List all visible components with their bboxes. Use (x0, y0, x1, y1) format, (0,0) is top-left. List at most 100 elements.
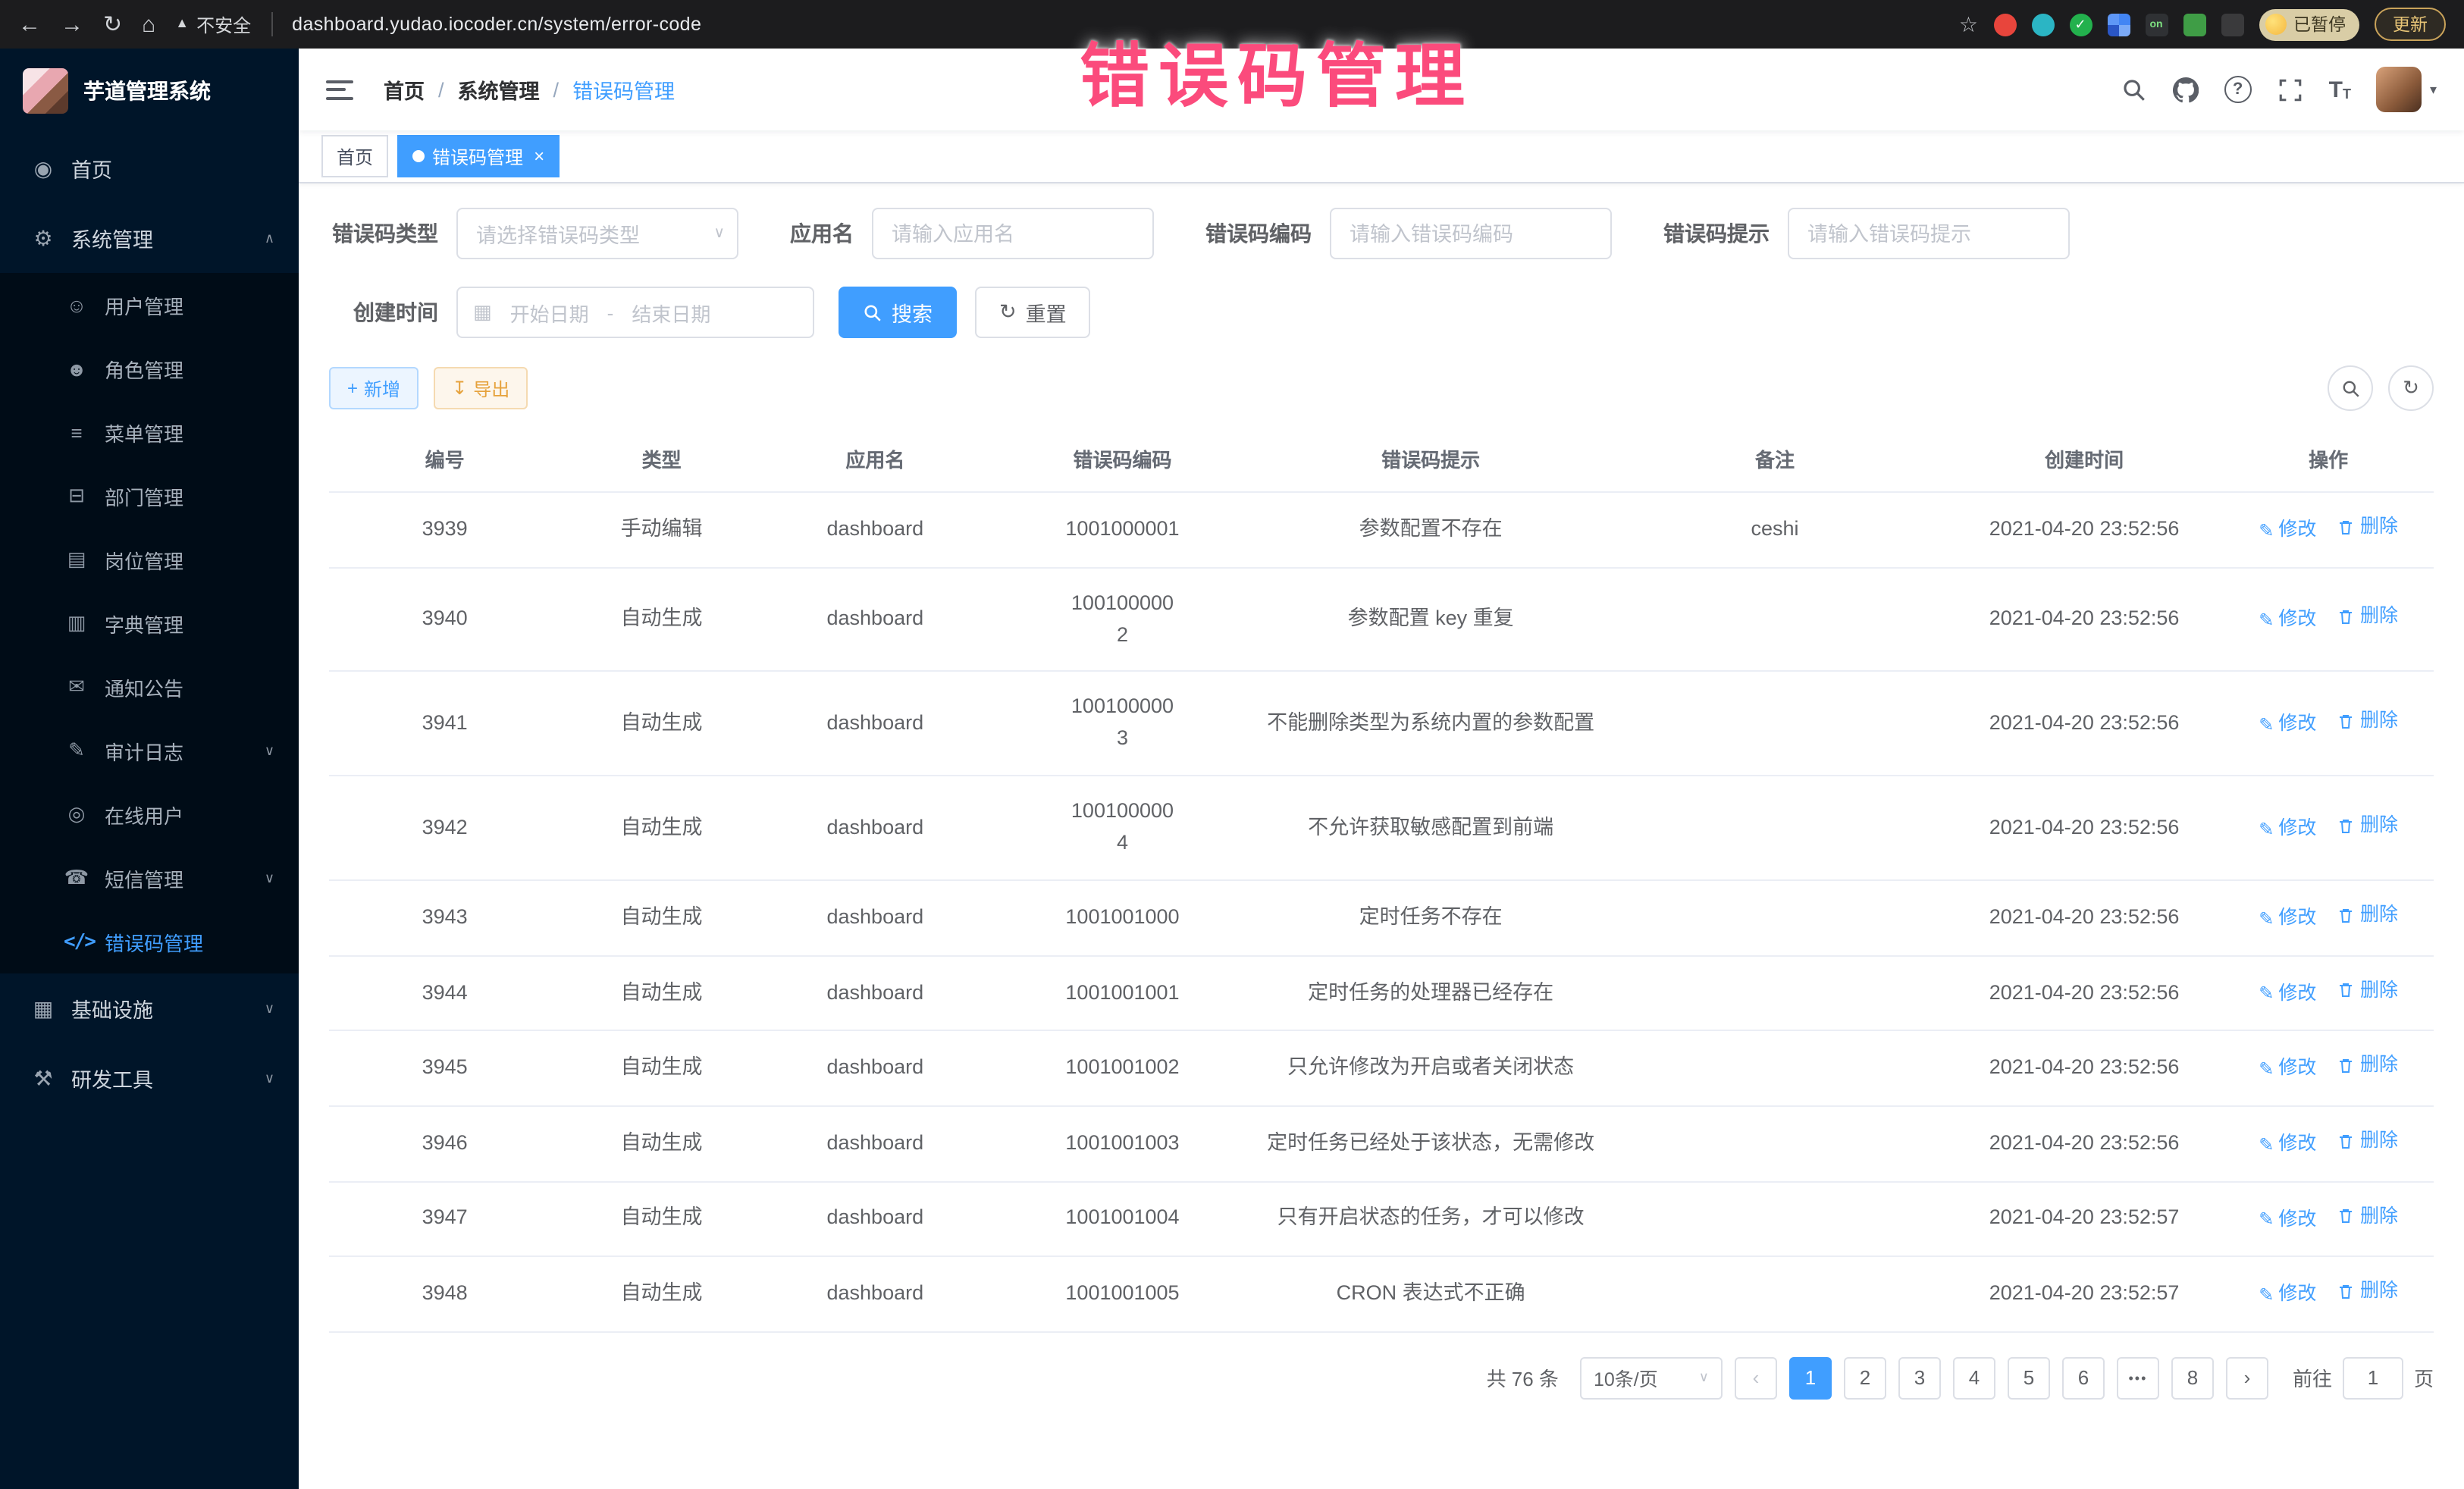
github-icon[interactable] (2173, 77, 2199, 102)
sidebar-item-audit-log[interactable]: ✎ 审计日志 ∨ (0, 719, 299, 782)
sidebar-item-dict[interactable]: ▥ 字典管理 (0, 591, 299, 655)
search-icon[interactable] (2121, 77, 2147, 102)
delete-icon (2337, 518, 2356, 536)
edit-button[interactable]: ✎修改 (2259, 1130, 2316, 1159)
sidebar-item-sms[interactable]: ☎ 短信管理 ∨ (0, 846, 299, 910)
tab-error-code[interactable]: 错误码管理 × (397, 135, 560, 177)
forward-icon[interactable]: → (61, 13, 83, 36)
extension-icon-red[interactable] (1993, 13, 2016, 36)
sidebar-item-menu[interactable]: ≡ 菜单管理 (0, 400, 299, 464)
navbar-actions: ? TT ▾ (2121, 67, 2437, 112)
delete-button[interactable]: 删除 (2337, 513, 2398, 542)
security-warning-badge[interactable]: ▲ 不安全 (175, 11, 251, 37)
delete-button[interactable]: 删除 (2337, 901, 2398, 930)
breadcrumb-home[interactable]: 首页 (384, 74, 425, 105)
prev-page-button[interactable]: ‹ (1735, 1357, 1777, 1400)
sidebar-item-infra[interactable]: ▦ 基础设施 ∨ (0, 973, 299, 1043)
delete-button[interactable]: 删除 (2337, 1052, 2398, 1081)
close-icon[interactable]: × (534, 147, 544, 165)
extension-icon-on-badge[interactable]: on (2145, 13, 2168, 36)
edit-button[interactable]: ✎修改 (2259, 904, 2316, 933)
sidebar-item-dept[interactable]: ⊟ 部门管理 (0, 464, 299, 528)
page-button-2[interactable]: 2 (1844, 1357, 1886, 1400)
page-jump-input[interactable] (2343, 1357, 2403, 1400)
fullscreen-icon[interactable] (2277, 77, 2303, 102)
help-icon[interactable]: ? (2224, 76, 2252, 103)
date-range-picker[interactable]: ▦ 开始日期 - 结束日期 (456, 287, 814, 338)
audit-log-icon: ✎ (64, 738, 89, 763)
error-code-input[interactable] (1330, 208, 1612, 259)
app-name-input[interactable] (872, 208, 1154, 259)
table-row: 3944 自动生成 dashboard 1001001001 定时任务的处理器已… (329, 956, 2434, 1031)
edit-button[interactable]: ✎修改 (2259, 710, 2316, 739)
url-text[interactable]: dashboard.yudao.iocoder.cn/system/error-… (292, 14, 701, 35)
sidebar-item-home[interactable]: ◉ 首页 (0, 133, 299, 203)
reset-button[interactable]: ↻ 重置 (975, 287, 1091, 338)
delete-button[interactable]: 删除 (2337, 811, 2398, 841)
sidebar-item-online-users[interactable]: ◎ 在线用户 (0, 782, 299, 846)
extension-icon-green-check[interactable]: ✓ (2069, 13, 2092, 36)
table-row: 3941 自动生成 dashboard 100100000 3 不能删除类型为系… (329, 672, 2434, 776)
font-size-icon[interactable]: TT (2329, 78, 2351, 101)
edit-button[interactable]: ✎修改 (2259, 814, 2316, 844)
next-page-button[interactable]: › (2226, 1357, 2268, 1400)
reload-icon[interactable]: ↻ (103, 13, 122, 36)
hamburger-icon[interactable] (326, 80, 353, 99)
export-button[interactable]: ↧ 导出 (434, 367, 528, 409)
notice-icon: ✉ (64, 675, 89, 699)
delete-button[interactable]: 删除 (2337, 707, 2398, 736)
chrome-toolbar: ☆ ✓ on 已暂停 更新 (1959, 8, 2446, 41)
extension-icon-green[interactable] (2183, 13, 2205, 36)
extensions-pin-icon[interactable] (2221, 13, 2243, 36)
tags-view-bar: 首页 错误码管理 × (299, 130, 2464, 183)
edit-button[interactable]: ✎修改 (2259, 980, 2316, 1009)
delete-icon (2337, 1057, 2356, 1075)
sidebar-item-error-code[interactable]: </> 错误码管理 (0, 910, 299, 973)
page-size-select[interactable]: 10条/页 ∨ (1580, 1357, 1723, 1400)
edit-button[interactable]: ✎修改 (2259, 605, 2316, 635)
back-icon[interactable]: ← (18, 13, 41, 36)
delete-button[interactable]: 删除 (2337, 1202, 2398, 1231)
page-button-8[interactable]: 8 (2171, 1357, 2214, 1400)
sidebar-item-post[interactable]: ▤ 岗位管理 (0, 528, 299, 591)
page-button-6[interactable]: 6 (2062, 1357, 2105, 1400)
page-button-4[interactable]: 4 (1953, 1357, 1995, 1400)
edit-button[interactable]: ✎修改 (2259, 516, 2316, 545)
edit-button[interactable]: ✎修改 (2259, 1205, 2316, 1234)
refresh-table-button[interactable]: ↻ (2388, 365, 2434, 411)
delete-icon (2337, 1283, 2356, 1301)
update-button[interactable]: 更新 (2375, 8, 2446, 41)
more-pages-button[interactable]: ••• (2117, 1357, 2159, 1400)
page-button-5[interactable]: 5 (2008, 1357, 2050, 1400)
bookmark-star-icon[interactable]: ☆ (1959, 11, 1978, 37)
extension-icon-grid[interactable] (2107, 13, 2130, 36)
home-icon[interactable]: ⌂ (142, 13, 155, 36)
delete-icon (2337, 982, 2356, 1000)
breadcrumb-system[interactable]: 系统管理 (458, 74, 540, 105)
tab-home[interactable]: 首页 (321, 135, 388, 177)
edit-button[interactable]: ✎修改 (2259, 1055, 2316, 1084)
add-button[interactable]: + 新增 (329, 367, 419, 409)
toggle-search-button[interactable] (2328, 365, 2373, 411)
sidebar-item-system[interactable]: ⚙ 系统管理 ∧ (0, 203, 299, 273)
paused-badge[interactable]: 已暂停 (2259, 8, 2359, 40)
sidebar-item-role[interactable]: ☻ 角色管理 (0, 337, 299, 400)
delete-button[interactable]: 删除 (2337, 1127, 2398, 1156)
sidebar-item-devtools[interactable]: ⚒ 研发工具 ∨ (0, 1043, 299, 1113)
delete-button[interactable]: 删除 (2337, 976, 2398, 1006)
error-msg-input[interactable] (1788, 208, 2070, 259)
page-button-1[interactable]: 1 (1789, 1357, 1832, 1400)
security-label: 不安全 (196, 11, 251, 37)
sidebar-item-user[interactable]: ☺ 用户管理 (0, 273, 299, 337)
search-button[interactable]: 搜索 (839, 287, 957, 338)
sidebar-item-notice[interactable]: ✉ 通知公告 (0, 655, 299, 719)
delete-button[interactable]: 删除 (2337, 1277, 2398, 1306)
page-button-3[interactable]: 3 (1898, 1357, 1941, 1400)
extension-icon-teal[interactable] (2031, 13, 2054, 36)
edit-button[interactable]: ✎修改 (2259, 1280, 2316, 1309)
error-type-select[interactable]: 请选择错误码类型 ∨ (456, 208, 738, 259)
user-avatar[interactable]: ▾ (2377, 67, 2437, 112)
operations-cell: ✎修改 删除 (2223, 1031, 2434, 1106)
delete-button[interactable]: 删除 (2337, 602, 2398, 632)
app-logo[interactable]: 芋道管理系统 (0, 49, 299, 133)
